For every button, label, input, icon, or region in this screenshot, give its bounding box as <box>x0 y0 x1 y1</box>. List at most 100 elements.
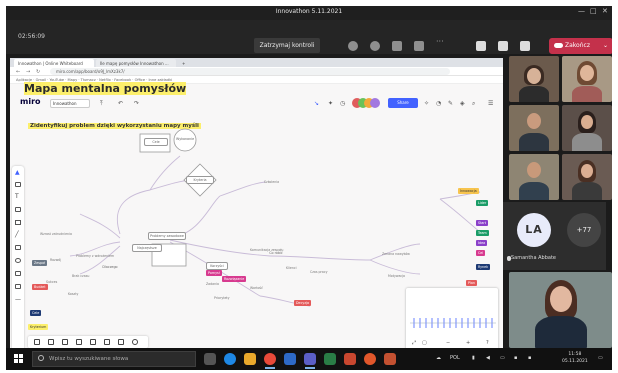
tag-right[interactable]: Cel <box>476 250 486 256</box>
mindmap-node[interactable]: Korzyści <box>206 262 228 270</box>
tag-left[interactable]: Budżet <box>32 284 48 290</box>
frames-icon[interactable]: ▢ <box>422 340 427 346</box>
tag-right[interactable]: Idea <box>476 240 488 246</box>
tab-miro[interactable]: Innowathon | Online Whiteboard <box>14 59 94 67</box>
taskbar-search-input[interactable]: Wpisz tu wyszukiwane słowa <box>32 351 196 367</box>
tag-right[interactable]: Start <box>476 220 489 226</box>
mindmap-label[interactable]: Czas pracy <box>310 270 327 274</box>
share-screen-icon[interactable] <box>520 41 530 51</box>
edge-icon[interactable] <box>224 353 236 365</box>
powerpoint-icon[interactable] <box>344 353 356 365</box>
mindmap-label[interactable]: Szkolenia <box>264 180 279 184</box>
mindmap-label[interactable]: Sukces <box>46 280 57 284</box>
teams-icon[interactable] <box>304 353 316 365</box>
participants-icon[interactable] <box>348 41 358 51</box>
participant-video-large[interactable] <box>509 272 612 348</box>
volume-icon[interactable]: ◀ <box>486 355 490 361</box>
help-icon[interactable]: ? <box>486 340 489 346</box>
mindmap-label[interactable]: Wartość <box>250 286 263 290</box>
tag-right[interactable]: Plan <box>466 280 478 286</box>
notifications-icon[interactable]: ▭ <box>598 355 603 361</box>
address-input[interactable]: miro.com/app/board/o9J_lmXz3k7/ <box>50 68 450 75</box>
minimap[interactable]: ⤢ ▢ − + ? <box>406 288 498 350</box>
mindmap-label[interactable]: Motywacja <box>388 274 405 278</box>
camera-icon[interactable] <box>476 41 486 51</box>
mindmap-label[interactable]: Klienci <box>286 266 296 270</box>
mindmap-node[interactable]: Najczęstsze <box>132 244 162 252</box>
zoom-in-icon[interactable]: + <box>466 340 470 346</box>
tag-right[interactable]: Innowacja <box>458 188 479 194</box>
minimize-icon[interactable]: — <box>578 7 585 15</box>
close-icon[interactable]: ✕ <box>602 7 608 15</box>
mindmap-label[interactable]: Rozwój <box>50 258 61 262</box>
rooms-icon[interactable] <box>414 41 424 51</box>
word-icon[interactable] <box>284 353 296 365</box>
participant-video[interactable] <box>509 154 559 200</box>
more-participants-button[interactable]: +77 <box>567 213 601 247</box>
search-icon <box>38 355 44 361</box>
mindmap-node[interactable]: Cele <box>144 138 168 146</box>
back-icon[interactable]: ← <box>16 69 20 75</box>
mindmap-label[interactable]: Priorytety <box>214 296 230 300</box>
mindmap-node[interactable]: Kryteria <box>186 176 214 184</box>
app-icon[interactable] <box>384 353 396 365</box>
mindmap-label[interactable]: Brak czasu <box>72 274 89 278</box>
participant-video[interactable] <box>562 56 612 102</box>
participant-tile-initials[interactable]: LA Samantha Abbate +77 <box>503 202 606 270</box>
mindmap-label[interactable]: Problemy z wdrożeniem <box>76 254 114 258</box>
mindmap-node[interactable]: Wykonanie <box>175 136 195 142</box>
tray-icon[interactable]: ▪ <box>514 355 517 361</box>
zoom-out-icon[interactable]: − <box>446 340 450 346</box>
app-icon[interactable] <box>364 353 376 365</box>
pink-tag[interactable]: Rozwiązanie <box>222 276 247 282</box>
participant-video[interactable] <box>562 154 612 200</box>
mindmap-label[interactable]: Wzrost zatrudnienia <box>40 232 72 236</box>
participant-video[interactable] <box>509 56 559 102</box>
windows-taskbar: Wpisz tu wyszukiwane słowa POL ☁ ▮ ◀ ▭ ▪… <box>6 348 612 370</box>
fit-icon[interactable]: ⤢ <box>412 340 416 346</box>
miro-board[interactable]: Mapa mentalna pomysłów miro Innowathon ⤒… <box>10 82 503 352</box>
mindmap-label[interactable]: Koszty <box>68 292 78 296</box>
network-icon[interactable]: ▮ <box>472 355 475 361</box>
task-view-icon[interactable] <box>204 353 216 365</box>
mindmap-label[interactable]: Zmiana nawyków <box>382 252 410 256</box>
tray-icon[interactable]: ▪ <box>528 355 531 361</box>
file-explorer-icon[interactable] <box>244 353 256 365</box>
microphone-icon[interactable] <box>498 41 508 51</box>
mindmap-label[interactable]: Komunikacja zespołu <box>250 248 283 252</box>
more-options-icon[interactable]: ··· <box>436 37 446 47</box>
chrome-icon[interactable] <box>264 353 276 365</box>
stop-sharing-button[interactable]: Zatrzymaj kontroli <box>254 38 320 53</box>
tag-left[interactable]: Zespoł <box>32 260 48 266</box>
battery-icon[interactable]: ▭ <box>500 355 505 361</box>
window-title: Innovathon 5.11.2021 <box>275 8 343 15</box>
excel-icon[interactable] <box>324 353 336 365</box>
tag-right[interactable]: Rynek <box>476 264 491 270</box>
reload-icon[interactable]: ↻ <box>36 69 40 75</box>
new-tab-button[interactable]: + <box>178 59 186 67</box>
chevron-down-icon[interactable]: ⌄ <box>603 38 608 54</box>
minimap-view <box>410 318 496 328</box>
reactions-icon[interactable] <box>392 41 402 51</box>
tag-right[interactable]: Lider <box>476 200 489 206</box>
pink-tag[interactable]: Pomysł <box>206 270 222 276</box>
tag-left[interactable]: Cele <box>30 310 42 316</box>
mindmap-node[interactable]: Dlaczego <box>100 264 120 270</box>
taskbar-clock[interactable]: 11:58 05.11.2021 <box>562 351 588 365</box>
chat-icon[interactable] <box>370 41 380 51</box>
maximize-icon[interactable]: □ <box>590 7 597 15</box>
central-node[interactable]: Problemy zawodowe <box>148 232 186 240</box>
mindmap-label[interactable]: Zadania <box>206 282 219 286</box>
tag-right[interactable]: Team <box>476 230 489 236</box>
windows-start-icon[interactable] <box>14 354 24 364</box>
yellow-tag[interactable]: Kryterium <box>28 324 49 330</box>
participant-video[interactable] <box>562 105 612 151</box>
participant-video[interactable] <box>509 105 559 151</box>
leave-button[interactable]: Zakończ ⌄ <box>549 38 612 54</box>
lang-indicator[interactable]: POL <box>450 355 460 361</box>
participant-face <box>550 286 572 312</box>
red-tag[interactable]: Decyzja <box>294 300 311 306</box>
forward-icon[interactable]: → <box>26 69 30 75</box>
cloud-icon[interactable]: ☁ <box>436 355 441 361</box>
tab-second[interactable]: Ile mapę pomysłów Innowathon ... <box>96 59 176 67</box>
